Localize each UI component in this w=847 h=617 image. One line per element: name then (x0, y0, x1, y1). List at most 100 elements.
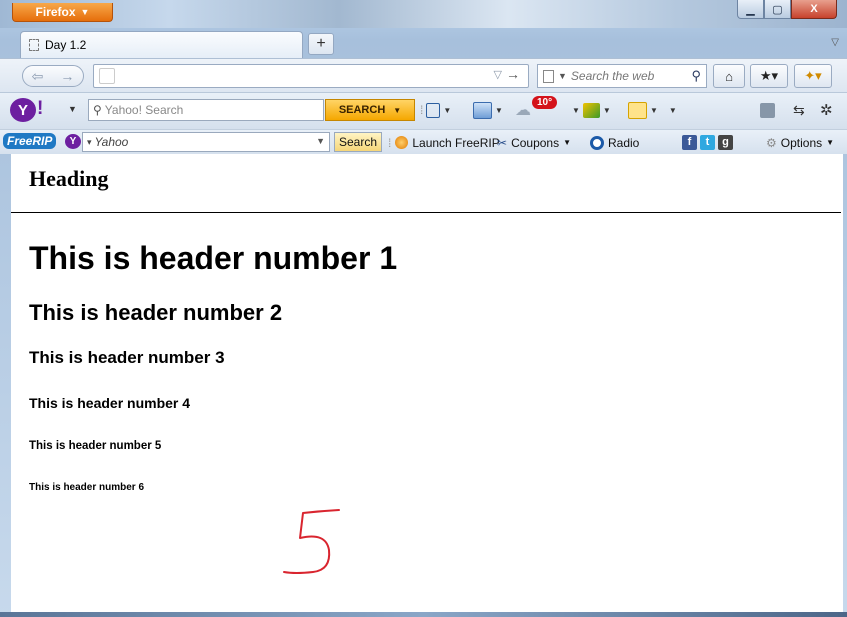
swap-button[interactable]: ⇆ (793, 101, 805, 119)
firefox-menu-label: Firefox (35, 5, 76, 19)
ebay-icon (628, 101, 647, 119)
home-icon: ⌂ (725, 68, 733, 84)
header-3: This is header number 3 (29, 348, 225, 367)
tab-label: Day 1.2 (45, 38, 87, 52)
taskbar-edge (0, 612, 847, 617)
search-engine-icon[interactable] (543, 69, 554, 83)
ebay-tool[interactable]: ▼ ▼ (628, 101, 677, 119)
facebook-icon[interactable]: f (682, 135, 697, 150)
tab-day-1-2[interactable]: Day 1.2 (20, 31, 303, 58)
yahoo-logo-bang: ! (37, 98, 44, 119)
maximize-button[interactable]: ▢ (764, 0, 791, 19)
list-icon (760, 102, 775, 118)
photo-tool[interactable]: ▼ ▼ (572, 101, 611, 119)
freerip-launch-icon (395, 136, 409, 149)
forward-icon[interactable]: → (60, 68, 74, 84)
chevron-down-icon: ▼ (495, 105, 503, 115)
twitter-icon[interactable]: t (700, 135, 715, 150)
home-button[interactable]: ⌂ (713, 64, 745, 88)
search-icon[interactable]: ⚲ (691, 68, 706, 84)
page-heading: Heading (29, 166, 109, 191)
search-icon: ⚲ (93, 103, 102, 117)
google-plus-icon[interactable]: g (718, 135, 733, 150)
weather-tool[interactable]: ☁ (515, 101, 531, 119)
launch-freerip-button[interactable]: ⁞ Launch FreeRIP (388, 134, 500, 151)
yahoo-search-input[interactable]: ⚲ Yahoo! Search (88, 99, 324, 121)
radio-label: Radio (608, 135, 640, 150)
maximize-icon: ▢ (772, 3, 783, 16)
toolbar-menu-button[interactable] (760, 101, 775, 119)
chevron-down-icon: ▼ (650, 105, 658, 115)
close-icon: X (810, 3, 818, 15)
scissors-icon: ✂ (497, 135, 508, 150)
yahoo-toolbar: Y ! ▼ ⚲ Yahoo! Search SEARCH ▼ ⁞ ▼ ▼ ☁ 1… (0, 92, 847, 129)
bookmark-icon (426, 102, 441, 118)
chevron-down-icon: ▼ (443, 105, 452, 115)
weather-badge: 10° (532, 96, 558, 109)
firefox-menu-button[interactable]: Firefox ▼ (12, 3, 113, 22)
chevron-down-icon: ▼ (563, 138, 572, 147)
yahoo-logo-small-icon: Y (65, 134, 81, 149)
new-tab-button[interactable]: + (308, 33, 334, 55)
cloud-icon: ☁ (515, 102, 531, 119)
horizontal-rule (11, 212, 841, 213)
close-button[interactable]: X (791, 0, 837, 19)
freerip-search-button[interactable]: Search (334, 132, 382, 152)
radio-button[interactable]: Radio (590, 134, 639, 151)
header-1: This is header number 1 (29, 240, 398, 276)
web-search-bar[interactable]: ▼ Search the web ⚲ (537, 64, 707, 88)
settings-button[interactable]: ✲ (820, 101, 833, 119)
swap-icon: ⇆ (793, 101, 805, 118)
search-engine-caret-icon: ▾ (87, 136, 92, 147)
navigation-bar: ⇦ → ▽ → ▼ Search the web ⚲ ⌂ ★▾ ✦▾ (0, 58, 847, 92)
chevron-down-icon: ▼ (572, 105, 580, 115)
handwritten-5-annotation (283, 509, 340, 574)
search-input[interactable]: Search the web (571, 69, 688, 83)
bookmarks-button[interactable]: ★▾ (750, 64, 788, 88)
plus-icon: + (316, 35, 326, 52)
radio-icon (590, 135, 604, 150)
page-viewport: Heading This is header number 1 This is … (11, 154, 843, 612)
gear-icon: ✲ (820, 102, 833, 119)
freerip-search-input[interactable]: ▾ Yahoo ▼ (82, 132, 330, 152)
blank-page-icon (29, 39, 39, 51)
back-icon[interactable]: ⇦ (32, 68, 44, 85)
go-arrow-icon[interactable]: → (506, 66, 520, 82)
puzzle-icon: ✦▾ (804, 68, 822, 83)
minimize-icon: ▁ (746, 3, 755, 16)
social-buttons: f t g (682, 134, 733, 151)
yahoo-logo[interactable]: Y (10, 98, 36, 122)
freerip-search-label: Search (338, 135, 378, 149)
browser-window: Firefox ▼ ▁ ▢ X Day 1.2 + ▽ ⇦ → ▽ → ▼ Se… (0, 0, 847, 617)
site-identity-icon[interactable] (99, 68, 115, 84)
header-2: This is header number 2 (29, 300, 283, 325)
yahoo-search-label: SEARCH (338, 104, 386, 116)
chevron-down-icon[interactable]: ▼ (68, 104, 77, 114)
mail-tool[interactable]: ▼ (473, 101, 503, 119)
back-forward-buttons: ⇦ → (22, 65, 84, 87)
freerip-toolbar: FreeRIP Y ▾ Yahoo ▼ Search ⁞ Launch Free… (0, 129, 847, 154)
header-4: This is header number 4 (29, 395, 191, 411)
chevron-down-icon: ▼ (668, 105, 677, 115)
coupons-button[interactable]: ✂ Coupons ▼ (497, 134, 571, 151)
coupons-label: Coupons (511, 135, 560, 150)
search-engine-label: Yahoo (94, 135, 129, 149)
minimize-button[interactable]: ▁ (737, 0, 764, 19)
mail-icon (473, 101, 492, 119)
freerip-logo[interactable]: FreeRIP (3, 133, 57, 149)
options-icon: ⚙ (766, 135, 777, 150)
yahoo-search-button[interactable]: SEARCH ▼ (325, 99, 415, 121)
tab-list-icon[interactable]: ▽ (831, 37, 839, 48)
addon-button[interactable]: ✦▾ (794, 64, 832, 88)
bookmark-tool[interactable]: ⁞ ▼ (420, 101, 451, 119)
options-button[interactable]: ⚙ Options ▼ (766, 134, 834, 151)
chevron-down-icon: ▼ (80, 7, 90, 17)
url-history-dropdown-icon[interactable]: ▽ (494, 68, 502, 81)
url-bar[interactable]: ▽ → (93, 64, 529, 88)
chevron-down-icon[interactable]: ▼ (316, 136, 325, 146)
window-controls: ▁ ▢ X (737, 0, 837, 19)
photo-icon (582, 102, 600, 118)
chevron-down-icon: ▼ (826, 138, 835, 147)
chevron-down-icon: ▼ (393, 105, 402, 115)
handwritten-5-stroke (283, 509, 340, 574)
